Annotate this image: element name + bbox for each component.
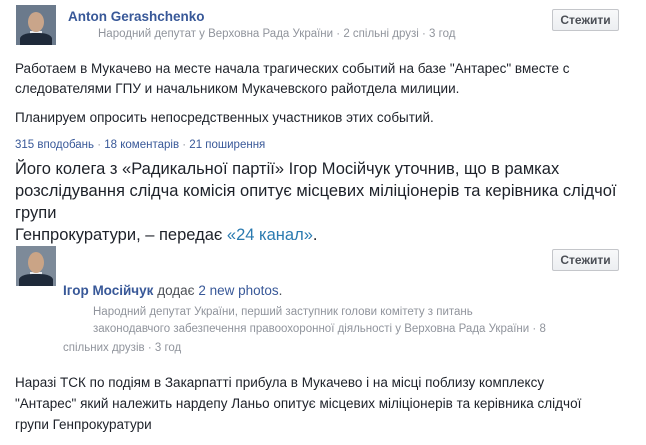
author-subtitle[interactable]: Народний депутат у Верховна Рада України <box>98 28 333 40</box>
post-stats: 315 вподобань · 18 коментарів · 21 пошир… <box>15 139 266 151</box>
article-line: Генпрокуратури, – передає «24 канал». <box>15 224 640 246</box>
post-text-line: Работаем в Мукачево на месте начала траг… <box>15 61 570 76</box>
author-line: Ігор Мосійчук додає 2 new photos. <box>63 283 282 298</box>
mutual-friends[interactable]: 8 <box>539 323 545 335</box>
author-subtitle[interactable]: законодавчого забезпечення правоохоронно… <box>93 323 529 335</box>
photos-link[interactable]: 2 new photos <box>198 283 278 298</box>
article-text: Генпрокуратури, – передає <box>15 226 227 244</box>
comments-count[interactable]: 18 коментарів <box>104 139 179 151</box>
article-text: . <box>312 226 318 244</box>
post-time[interactable]: 3 год <box>155 342 181 354</box>
reactions-count[interactable]: 315 вподобань <box>15 139 94 151</box>
author-meta: Народний депутат у Верховна Рада України… <box>98 28 456 40</box>
shares-count[interactable]: 21 поширення <box>189 139 265 151</box>
article-line: розслідування слідча комісія опитує місц… <box>15 182 617 222</box>
mutual-friends[interactable]: спільних друзів <box>63 342 145 354</box>
post-text-line: групи Генпрокуратури <box>15 417 152 432</box>
post-text: Наразі ТСК по подіям в Закарпатті прибул… <box>15 372 640 435</box>
post-text-line: "Антарес" який належить нардепу Ланьо оп… <box>15 396 582 411</box>
author-subtitle[interactable]: Народний депутат України, перший заступн… <box>93 304 546 321</box>
article-line: Його колега з «Радикальної партії» Ігор … <box>15 160 560 178</box>
post-text-line: следователями ГПУ и начальником Мукачевс… <box>15 81 460 96</box>
author-name[interactable]: Anton Gerashchenko <box>68 9 205 24</box>
author-name[interactable]: Ігор Мосійчук <box>63 283 153 298</box>
source-link[interactable]: «24 канал» <box>227 226 313 244</box>
author-action: додає <box>157 283 195 298</box>
author-action-end: . <box>278 283 283 298</box>
article-paragraph: Його колега з «Радикальної партії» Ігор … <box>15 158 640 246</box>
post-time[interactable]: 3 год <box>429 28 455 40</box>
post-text: Работаем в Мукачево на месте начала траг… <box>15 59 635 128</box>
author-meta: спільних друзів · 3 год <box>63 342 182 354</box>
mutual-friends[interactable]: 2 спільні друзі <box>343 28 418 40</box>
author-meta: Народний депутат України, перший заступн… <box>93 304 546 335</box>
post-text-line: Планируем опросить непосредственных учас… <box>15 110 434 125</box>
post-text-line: Наразі ТСК по подіям в Закарпатті прибул… <box>15 375 545 390</box>
follow-button[interactable]: Стежити <box>552 249 619 271</box>
follow-button[interactable]: Стежити <box>552 9 619 31</box>
avatar[interactable] <box>16 246 56 286</box>
avatar[interactable] <box>16 5 56 45</box>
